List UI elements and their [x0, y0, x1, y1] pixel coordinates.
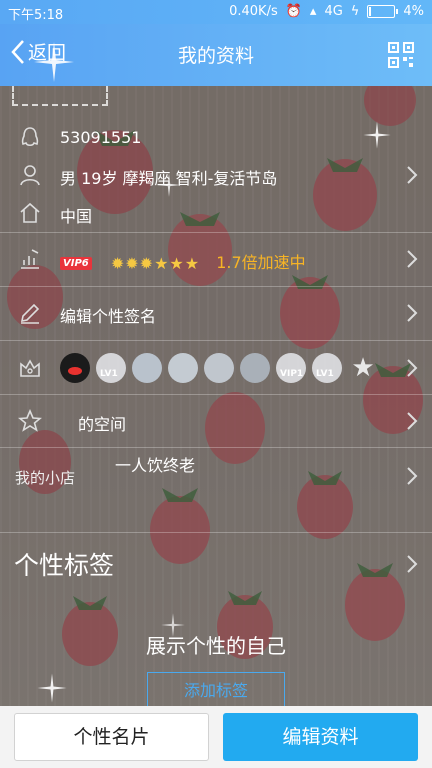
crown-box-icon [20, 359, 40, 377]
bottom-action-bar: 个性名片 编辑资料 [0, 706, 432, 768]
location-text: 中国 [60, 207, 93, 226]
chevron-right-icon [407, 304, 418, 322]
home-icon [20, 202, 40, 223]
badge-list: LV1 VIP1 LV1 ★ [60, 353, 378, 383]
battery-icon [367, 5, 399, 18]
chevron-right-icon [407, 412, 418, 430]
signal-label: 4G [324, 4, 343, 19]
vip-cloud-badge: VIP1 [276, 353, 306, 383]
game-badge [204, 353, 234, 383]
divider [0, 232, 432, 233]
status-bar: 下午5:18 0.40K/s ⏰ ▴ 4G ϟ 4% [0, 0, 432, 24]
chevron-right-icon [407, 359, 418, 377]
star-badge: ★ [351, 353, 375, 383]
tags-section-title: 个性标签 [14, 551, 115, 580]
sparkle-icon [157, 173, 181, 197]
shop-label: 我的小店 [15, 469, 76, 487]
pencil-icon [20, 303, 40, 324]
chevron-right-icon [407, 166, 418, 184]
vip-info: VIP6 ✹ ✹ ✹ ★ ★ ★ 1.7倍加速中 [60, 249, 306, 273]
badges-row[interactable]: LV1 VIP1 LV1 ★ [0, 350, 432, 386]
star-icon: ★ [154, 254, 169, 273]
star-outline-icon [18, 409, 42, 432]
shop-value: 一人饮终老 [115, 456, 196, 475]
divider [0, 532, 432, 533]
sun-icon: ✹ [125, 254, 139, 273]
battery-percent: 4% [403, 4, 424, 19]
avatar-frame[interactable] [12, 86, 108, 106]
sun-icon: ✹ [139, 254, 154, 273]
divider [0, 394, 432, 395]
sparkle-icon [34, 42, 74, 82]
sparkle-icon [161, 613, 185, 637]
personal-info-row[interactable]: 男 19岁 摩羯座 智利-复活节岛 [0, 161, 432, 189]
sun-icon: ✹ [110, 254, 125, 273]
vip-badge: VIP6 [60, 257, 92, 270]
location-row: 中国 [0, 199, 432, 227]
signature-label: 编辑个性签名 [60, 307, 157, 326]
sparkle-icon [37, 673, 67, 703]
person-icon [20, 165, 40, 186]
star-icon: ★ [169, 254, 184, 273]
status-indicators: 0.40K/s ⏰ ▴ 4G ϟ 4% [229, 4, 424, 19]
game-badge [168, 353, 198, 383]
qq-penguin-badge [60, 353, 90, 383]
speed-text: 1.7倍加速中 [216, 253, 306, 272]
edit-profile-button[interactable]: 编辑资料 [223, 713, 418, 761]
qr-code-icon[interactable] [388, 42, 414, 68]
shop-row[interactable]: 一人饮终老 我的小店 [0, 450, 432, 500]
level-chart-icon [21, 249, 39, 269]
signature-row[interactable]: 编辑个性签名 [0, 299, 432, 327]
chevron-right-icon [407, 250, 418, 268]
chevron-right-icon [407, 467, 418, 485]
divider [0, 447, 432, 448]
level-badge: LV1 [312, 353, 342, 383]
level-stars: ✹ ✹ ✹ ★ ★ ★ [111, 254, 199, 273]
qzone-label: 的空间 [78, 415, 127, 434]
star-icon: ★ [184, 254, 200, 273]
charging-icon: ϟ [350, 4, 360, 19]
crown-badge [240, 353, 270, 383]
tags-empty-text: 展示个性的自己 [146, 634, 286, 658]
divider [0, 340, 432, 341]
qq-penguin-icon [21, 127, 39, 147]
status-time: 下午5:18 [8, 8, 64, 23]
profile-card-button[interactable]: 个性名片 [14, 713, 209, 761]
level-badge: LV1 [96, 353, 126, 383]
sparkle-icon [363, 121, 391, 149]
vip-level-row[interactable]: VIP6 ✹ ✹ ✹ ★ ★ ★ 1.7倍加速中 [0, 244, 432, 274]
wifi-signal-icon: ▴ [309, 4, 317, 19]
game-badge [132, 353, 162, 383]
alarm-icon: ⏰ [285, 4, 302, 19]
network-speed: 0.40K/s [229, 4, 278, 19]
divider [0, 286, 432, 287]
chevron-right-icon[interactable] [406, 554, 418, 574]
qq-number: 53091551 [60, 128, 142, 147]
add-tag-button[interactable]: 添加标签 [147, 672, 285, 708]
qzone-row[interactable]: 的空间 [0, 407, 432, 435]
